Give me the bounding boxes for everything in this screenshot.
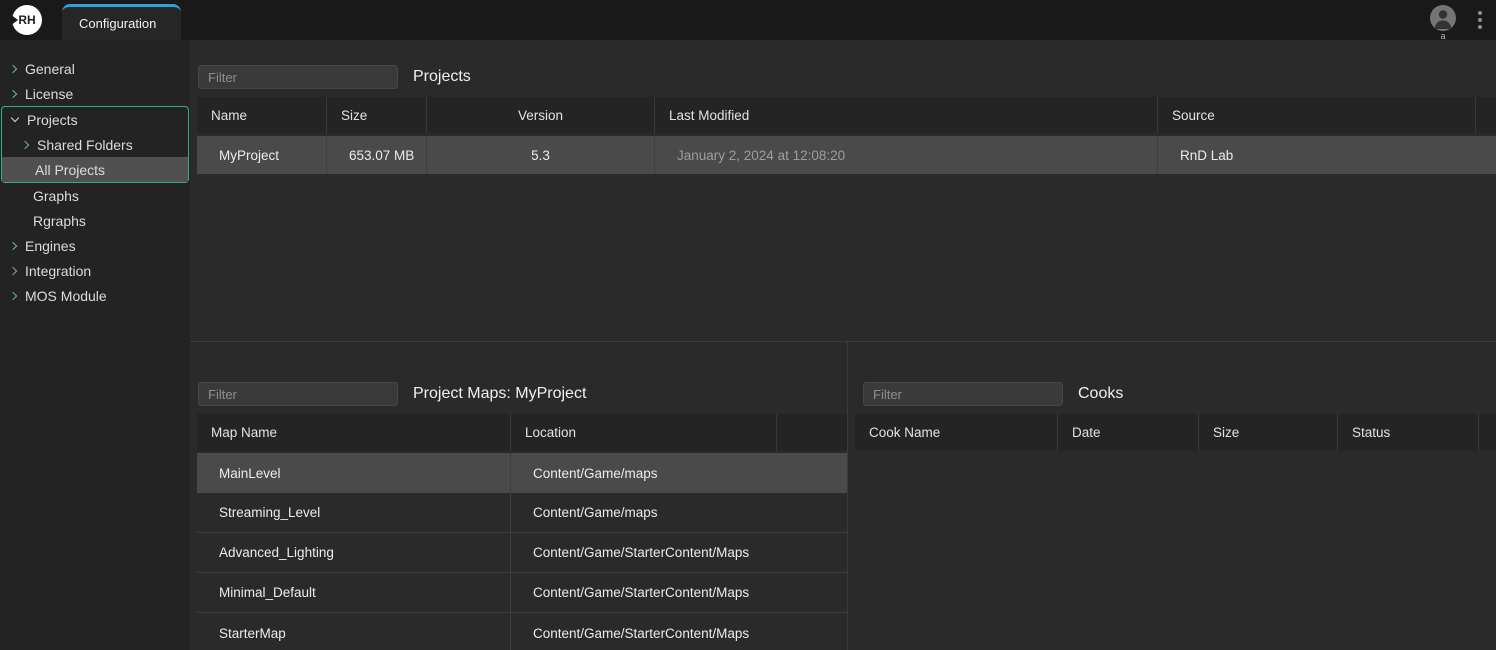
sidebar-item-label: Engines [25, 238, 76, 254]
column-header-version: Version [427, 97, 655, 133]
cell-last-modified: January 2, 2024 at 12:08:20 [655, 136, 1158, 174]
column-header-status: Status [1338, 414, 1479, 451]
table-row-startermap[interactable]: StarterMap Content/Game/StarterContent/M… [197, 613, 847, 650]
projects-tree-group: Projects Shared Folders All Projects [1, 106, 189, 183]
chevron-right-icon [9, 241, 17, 249]
cell-location: Content/Game/StarterContent/Maps [511, 533, 777, 572]
person-icon [1430, 5, 1456, 31]
cooks-panel: Cooks Cook Name Date Size Status [848, 342, 1496, 650]
cooks-filter-row: Cooks [848, 382, 1496, 406]
maps-table: Map Name Location MainLevel Content/Game… [197, 414, 847, 650]
projects-filter-row: Projects [190, 65, 1496, 89]
sidebar-item-rgraphs[interactable]: Rgraphs [0, 208, 190, 233]
kebab-dot [1478, 25, 1482, 29]
cooks-panel-title: Cooks [1078, 385, 1123, 403]
sidebar-item-label: All Projects [35, 162, 105, 178]
projects-table-header: Name Size Version Last Modified Source [197, 97, 1496, 133]
maps-table-header: Map Name Location [197, 414, 847, 451]
cell-name: MyProject [197, 136, 327, 174]
column-header-last-modified: Last Modified [655, 97, 1158, 133]
sidebar-item-general[interactable]: General [0, 56, 190, 81]
chevron-right-icon [9, 291, 17, 299]
tab-label: Configuration [79, 16, 156, 31]
sidebar-item-label: Integration [25, 263, 91, 279]
cooks-filter-input[interactable] [863, 382, 1063, 406]
sidebar-item-projects[interactable]: Projects [2, 107, 188, 132]
cell-size: 653.07 MB [327, 136, 427, 174]
avatar-icon [1430, 5, 1456, 31]
chevron-down-icon [11, 114, 19, 122]
projects-table: Name Size Version Last Modified Source M… [197, 97, 1496, 174]
sidebar-item-shared-folders[interactable]: Shared Folders [2, 132, 188, 157]
column-header-cook-size: Size [1199, 414, 1338, 451]
cell-map-name: MainLevel [197, 453, 511, 493]
sidebar: General License Projects Shared Folders … [0, 40, 190, 650]
cell-source: RnD Lab [1158, 136, 1476, 174]
cell-map-name: Advanced_Lighting [197, 533, 511, 572]
maps-panel-title: Project Maps: MyProject [413, 385, 586, 403]
column-header-map-name: Map Name [197, 414, 511, 451]
sidebar-item-mos-module[interactable]: MOS Module [0, 283, 190, 308]
sidebar-item-label: MOS Module [25, 288, 107, 304]
column-header-cook-name: Cook Name [855, 414, 1058, 451]
cooks-table-header: Cook Name Date Size Status [855, 414, 1496, 451]
cell-location: Content/Game/StarterContent/Maps [511, 613, 777, 650]
chevron-right-icon [9, 64, 17, 72]
column-header-empty [777, 414, 840, 451]
column-header-source: Source [1158, 97, 1476, 133]
column-header-date: Date [1058, 414, 1199, 451]
sidebar-item-integration[interactable]: Integration [0, 258, 190, 283]
cell-location: Content/Game/maps [511, 493, 777, 532]
cell-version: 5.3 [427, 136, 655, 174]
chevron-right-icon [21, 140, 29, 148]
sidebar-item-label: General [25, 61, 75, 77]
table-row-myproject[interactable]: MyProject 653.07 MB 5.3 January 2, 2024 … [197, 136, 1496, 174]
sidebar-item-graphs[interactable]: Graphs [0, 183, 190, 208]
avatar-label: a [1430, 32, 1456, 41]
column-header-size: Size [327, 97, 427, 133]
cooks-table: Cook Name Date Size Status [855, 414, 1496, 451]
column-header-location: Location [511, 414, 777, 451]
chevron-right-icon [9, 266, 17, 274]
rh-logo-icon[interactable]: RH [12, 5, 42, 35]
sidebar-item-label: Rgraphs [33, 213, 86, 229]
projects-panel: Projects Name Size Version Last Modified… [190, 40, 1496, 342]
top-bar: RH Configuration a [0, 0, 1496, 40]
user-menu[interactable]: a [1430, 5, 1456, 41]
table-row-advanced-lighting[interactable]: Advanced_Lighting Content/Game/StarterCo… [197, 533, 847, 573]
project-maps-panel: Project Maps: MyProject Map Name Locatio… [190, 342, 848, 650]
tab-configuration[interactable]: Configuration [62, 4, 181, 40]
cell-location: Content/Game/maps [511, 453, 777, 493]
projects-filter-input[interactable] [198, 65, 398, 89]
maps-filter-row: Project Maps: MyProject [190, 382, 847, 406]
sidebar-item-label: Projects [27, 112, 78, 128]
cell-map-name: StarterMap [197, 613, 511, 650]
sidebar-item-label: Shared Folders [37, 137, 133, 153]
kebab-dot [1478, 11, 1482, 15]
projects-panel-title: Projects [413, 68, 471, 86]
column-header-name: Name [197, 97, 327, 133]
kebab-menu-icon[interactable] [1478, 11, 1482, 29]
sidebar-item-label: License [25, 86, 73, 102]
cell-location: Content/Game/StarterContent/Maps [511, 573, 777, 612]
sidebar-item-license[interactable]: License [0, 81, 190, 106]
table-row-minimal-default[interactable]: Minimal_Default Content/Game/StarterCont… [197, 573, 847, 613]
sidebar-item-all-projects[interactable]: All Projects [2, 157, 188, 182]
main-content: Projects Name Size Version Last Modified… [190, 40, 1496, 650]
table-row-mainlevel[interactable]: MainLevel Content/Game/maps [197, 453, 847, 493]
chevron-right-icon [9, 89, 17, 97]
rh-logo-text: RH [18, 13, 35, 27]
table-row-streaming-level[interactable]: Streaming_Level Content/Game/maps [197, 493, 847, 533]
bottom-panels: Project Maps: MyProject Map Name Locatio… [190, 342, 1496, 650]
cell-map-name: Minimal_Default [197, 573, 511, 612]
sidebar-item-label: Graphs [33, 188, 79, 204]
kebab-dot [1478, 18, 1482, 22]
sidebar-item-engines[interactable]: Engines [0, 233, 190, 258]
app-body: General License Projects Shared Folders … [0, 40, 1496, 650]
maps-filter-input[interactable] [198, 382, 398, 406]
cell-map-name: Streaming_Level [197, 493, 511, 532]
